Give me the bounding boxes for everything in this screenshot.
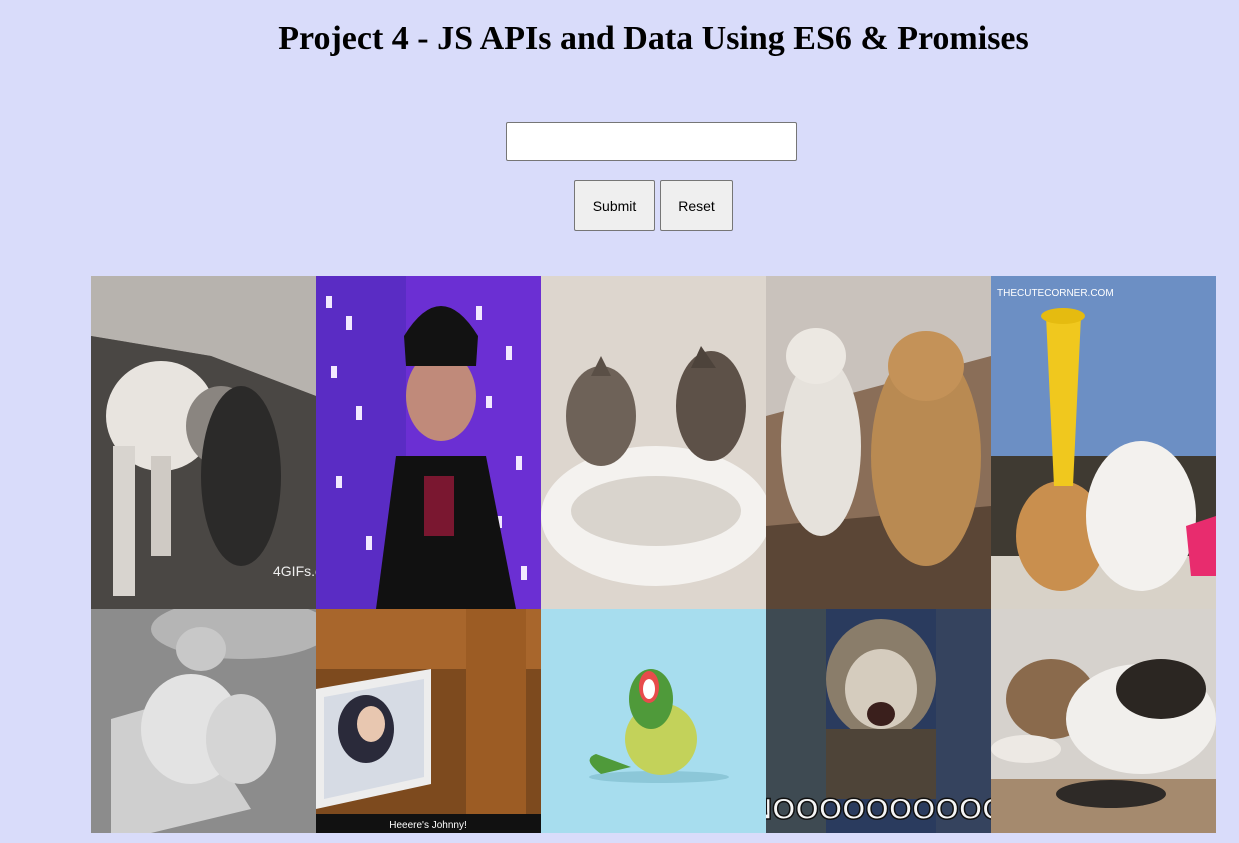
image-watermark: 4GIFs.com (273, 563, 316, 579)
gif-image (91, 609, 316, 833)
gif-image (991, 609, 1216, 833)
gif-image: NOOOOOOOOOO (766, 609, 991, 833)
reset-button[interactable]: Reset (660, 180, 733, 231)
gif-image: 4GIFs.com (91, 276, 316, 609)
image-caption: Heeere's Johnny! (389, 820, 467, 831)
image-watermark: THECUTECORNER.COM (997, 288, 1114, 299)
page-title: Project 4 - JS APIs and Data Using ES6 &… (278, 20, 1029, 57)
gif-image (541, 276, 766, 609)
gif-image (766, 276, 991, 609)
gif-image (541, 609, 766, 833)
search-input[interactable] (506, 122, 797, 161)
gif-gallery: 4GIFs.com (91, 276, 1216, 833)
gif-image: Heeere's Johnny! (316, 609, 541, 833)
gif-image: THECUTECORNER.COM (991, 276, 1216, 609)
gif-image (316, 276, 541, 609)
submit-button[interactable]: Submit (574, 180, 655, 231)
image-caption: NOOOOOOOOOO (766, 793, 991, 826)
